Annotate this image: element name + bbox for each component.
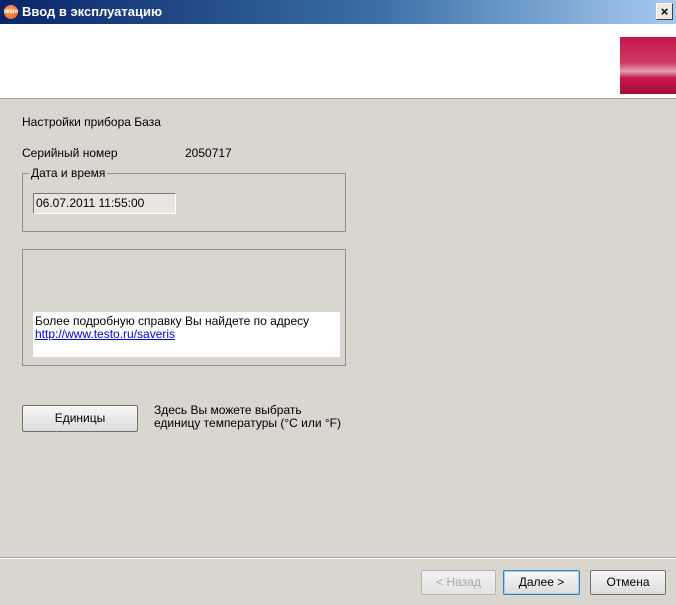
next-button[interactable]: Далее >: [503, 570, 580, 595]
units-description: Здесь Вы можете выбрать единицу температ…: [154, 404, 341, 430]
testo-logo: [620, 37, 676, 94]
help-link[interactable]: http://www.testo.ru/saveris: [35, 328, 338, 341]
commissioning-dialog: testo Ввод в эксплуатацию × Настройки пр…: [0, 0, 676, 605]
testo-app-icon: testo: [4, 5, 18, 19]
units-button[interactable]: Единицы: [22, 405, 138, 432]
device-settings-label: Настройки прибора База: [22, 115, 161, 129]
serial-number-label: Серийный номер: [22, 146, 118, 160]
window-title: Ввод в эксплуатацию: [22, 4, 163, 19]
units-description-line2: единицу температуры (°C или °F): [154, 416, 341, 430]
serial-number-value: 2050717: [185, 146, 232, 160]
datetime-group: Дата и время 06.07.2011 11:55:00: [22, 166, 346, 232]
close-button[interactable]: ×: [656, 3, 673, 20]
info-group: Более подробную справку Вы найдете по ад…: [22, 249, 346, 366]
datetime-field[interactable]: 06.07.2011 11:55:00: [33, 193, 176, 214]
title-bar[interactable]: testo Ввод в эксплуатацию ×: [0, 0, 676, 24]
back-button[interactable]: < Назад: [421, 570, 496, 595]
help-info-box: Более подробную справку Вы найдете по ад…: [33, 312, 340, 357]
cancel-button[interactable]: Отмена: [590, 570, 666, 595]
datetime-group-legend: Дата и время: [29, 166, 108, 180]
footer-separator: [0, 557, 676, 559]
wizard-header-band: [0, 24, 676, 99]
